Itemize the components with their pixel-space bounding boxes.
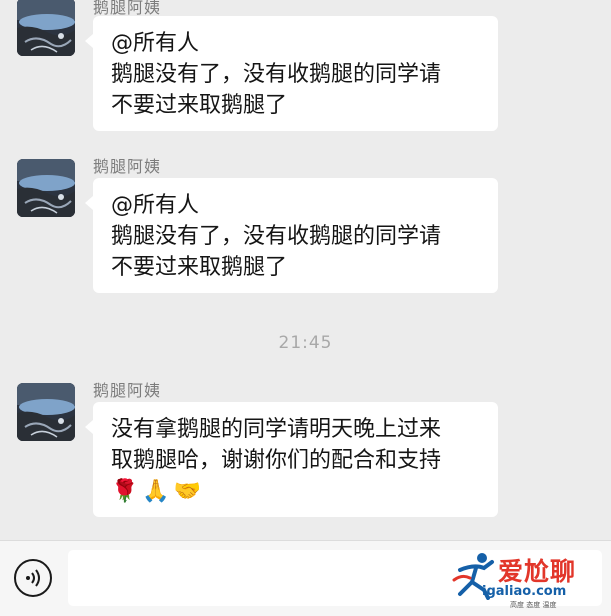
message-bubble[interactable]: 没有拿鹅腿的同学请明天晚上过来 取鹅腿哈，谢谢你们的配合和支持 🌹 🙏 🤝 [85, 402, 498, 517]
praying-hands-icon: 🙏 [142, 479, 170, 504]
message-bubble[interactable]: @所有人 鹅腿没有了，没有收鹅腿的同学请 不要过来取鹅腿了 [85, 16, 498, 131]
chat-area: 鹅腿阿姨 @所有人 鹅腿没有了，没有收鹅腿的同学请 不要过来取鹅腿了 鹅腿阿姨 … [0, 0, 611, 540]
message-line: 取鹅腿哈，谢谢你们的配合和支持 [111, 448, 442, 473]
message-line: @所有人 [111, 31, 200, 56]
watermark-tagline: 高度 态度 温度 [510, 601, 557, 609]
avatar[interactable] [17, 383, 75, 441]
watermark-logo: 爱尬聊 igaliao.com 高度 态度 温度 [452, 548, 607, 610]
voice-icon [26, 569, 40, 587]
avatar-image [17, 383, 75, 441]
timestamp: 21:45 [278, 333, 333, 353]
voice-button[interactable] [14, 559, 52, 597]
watermark-url: igaliao.com [482, 584, 567, 599]
message-line: 不要过来取鹅腿了 [111, 93, 288, 118]
sender-name: 鹅腿阿姨 [93, 157, 162, 176]
message-line: @所有人 [111, 193, 200, 218]
message-line: 不要过来取鹅腿了 [111, 255, 288, 280]
avatar[interactable] [17, 0, 75, 56]
avatar[interactable] [17, 159, 75, 217]
avatar-image [17, 159, 75, 217]
emoji-row: 🌹 🙏 🤝 [111, 476, 480, 507]
message-line: 鹅腿没有了，没有收鹅腿的同学请 [111, 224, 442, 249]
message-line: 没有拿鹅腿的同学请明天晚上过来 [111, 417, 442, 442]
message-bubble[interactable]: @所有人 鹅腿没有了，没有收鹅腿的同学请 不要过来取鹅腿了 [85, 178, 498, 293]
handshake-icon: 🤝 [173, 479, 202, 504]
avatar-image [17, 0, 75, 56]
sender-name: 鹅腿阿姨 [93, 381, 162, 400]
watermark-brand: 爱尬聊 [498, 557, 577, 586]
message-line: 鹅腿没有了，没有收鹅腿的同学请 [111, 62, 442, 87]
rose-icon: 🌹 [111, 479, 139, 504]
